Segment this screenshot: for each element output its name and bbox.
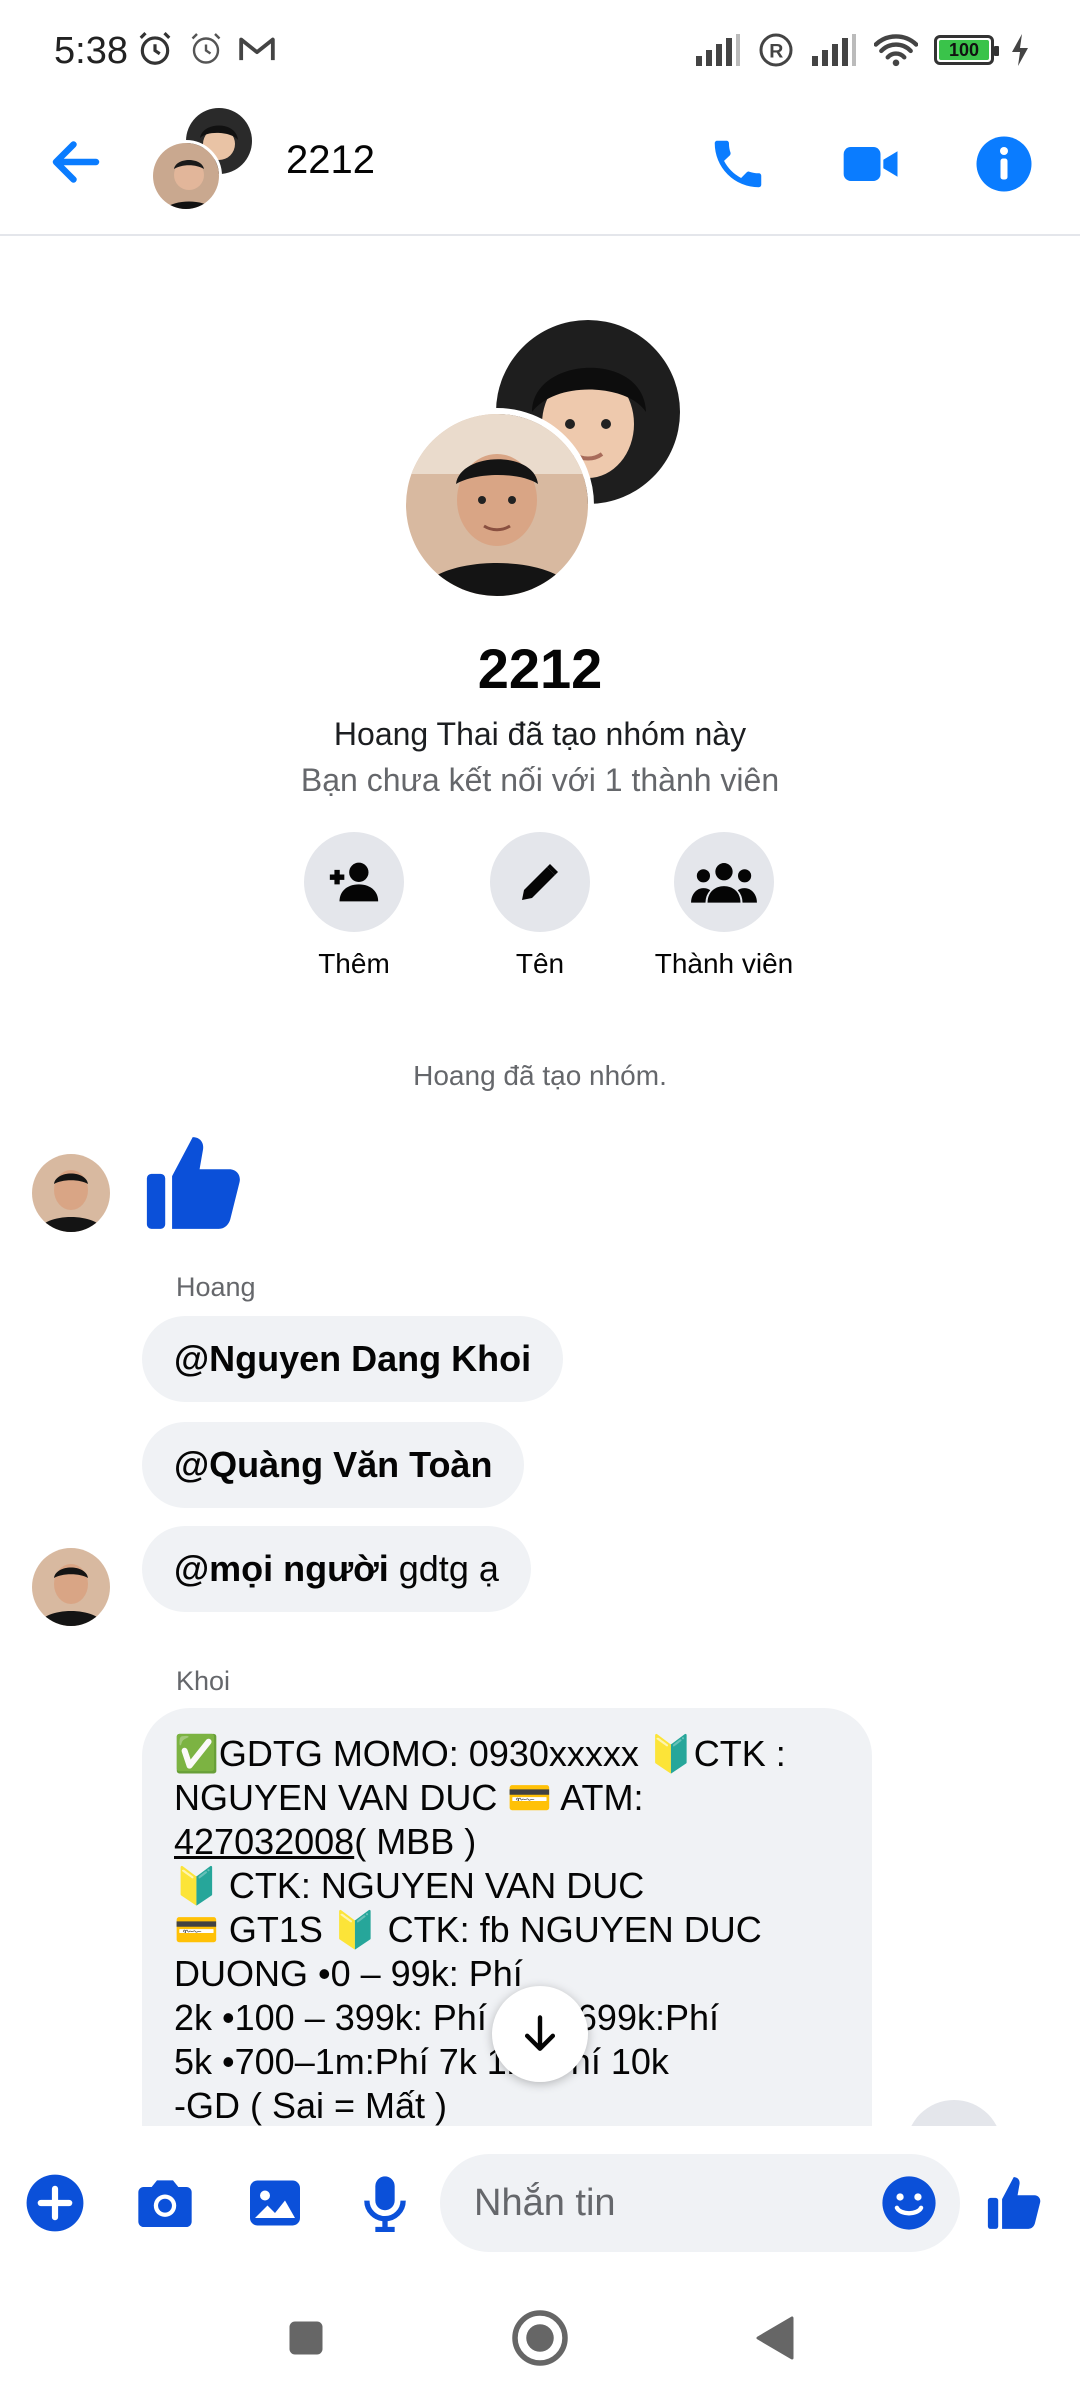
info-icon xyxy=(976,136,1032,192)
avatar xyxy=(400,408,594,602)
add-member-circle xyxy=(304,832,404,932)
sender-name: Hoang xyxy=(176,1272,256,1302)
battery-indicator: 100 xyxy=(934,35,999,65)
mention[interactable]: @Nguyen Dang Khoi xyxy=(174,1338,531,1379)
message-line: -GD ( Sai = Mất ) xyxy=(174,2085,448,2126)
wifi-icon xyxy=(874,34,918,67)
group-profile-avatar[interactable] xyxy=(400,320,690,602)
plus-circle-icon xyxy=(26,2174,84,2232)
connection-status-text: Bạn chưa kết nối với 1 thành viên xyxy=(300,762,780,798)
signal-icon xyxy=(812,34,856,66)
message-text: gdtg ạ xyxy=(388,1548,499,1589)
group-created-text: Hoang Thai đã tạo nhóm này xyxy=(333,716,747,752)
group-name: 2212 xyxy=(477,637,603,700)
mention[interactable]: @Quàng Văn Toàn xyxy=(174,1444,492,1485)
message-line: NGUYEN VAN DUC 💳 ATM: xyxy=(174,1777,644,1818)
message-line: 427032008( MBB ) xyxy=(174,1820,840,1864)
chat-header: 2212 xyxy=(0,100,1080,236)
recent-apps-button[interactable] xyxy=(274,2306,338,2370)
thumbs-up-icon xyxy=(987,2177,1041,2229)
status-right-icons: R 100 xyxy=(694,32,1030,68)
message-line: DUONG •0 – 99k: Phí xyxy=(174,1953,523,1994)
image-icon xyxy=(250,2180,300,2226)
add-member-button[interactable]: Thêm xyxy=(254,832,454,980)
add-person-icon xyxy=(329,862,379,902)
system-message: Hoang đã tạo nhóm. xyxy=(413,1060,667,1091)
message-bubble[interactable]: @Quàng Văn Toàn xyxy=(142,1422,525,1508)
home-button[interactable] xyxy=(508,2306,572,2370)
scroll-to-bottom-button[interactable] xyxy=(492,1986,588,2082)
voice-record-button[interactable] xyxy=(350,2168,420,2238)
status-time: 5:38 xyxy=(54,30,128,72)
back-nav-button[interactable] xyxy=(742,2306,806,2370)
add-member-label: Thêm xyxy=(318,948,390,979)
camera-button[interactable] xyxy=(130,2168,200,2238)
message-line: ✅GDTG MOMO: 0930xxxxx 🔰CTK : xyxy=(174,1733,786,1774)
video-call-button[interactable] xyxy=(836,128,908,200)
avatar[interactable] xyxy=(32,1548,110,1626)
sender-name: Khoi xyxy=(176,1666,231,1696)
square-icon xyxy=(289,2321,323,2355)
mention[interactable]: @mọi người xyxy=(174,1548,389,1589)
camera-icon xyxy=(138,2180,192,2227)
microphone-icon xyxy=(364,2176,406,2232)
chat-title[interactable]: 2212 xyxy=(286,138,375,183)
emoji-button[interactable] xyxy=(880,2174,938,2232)
rename-button[interactable]: Tên xyxy=(440,832,640,980)
members-circle xyxy=(674,832,774,932)
gallery-button[interactable] xyxy=(240,2168,310,2238)
charging-icon xyxy=(1012,34,1028,66)
emoji-icon xyxy=(882,2176,936,2230)
signal-icon xyxy=(696,34,740,66)
phone-icon xyxy=(714,140,762,188)
message-composer xyxy=(0,2126,1080,2276)
info-button[interactable] xyxy=(968,128,1040,200)
video-camera-icon xyxy=(843,147,898,181)
message-bubble[interactable]: @Nguyen Dang Khoi xyxy=(142,1316,564,1402)
rename-label: Tên xyxy=(515,948,565,979)
triangle-back-icon xyxy=(756,2316,794,2360)
roaming-icon: R xyxy=(759,33,793,67)
avatar[interactable] xyxy=(32,1154,110,1232)
back-button[interactable] xyxy=(46,132,106,192)
avatar xyxy=(150,140,222,212)
members-button[interactable]: Thành viên xyxy=(624,832,824,980)
rename-circle xyxy=(490,832,590,932)
alarm-icon xyxy=(191,33,221,64)
thumbs-up-icon xyxy=(146,1137,240,1229)
gmail-icon xyxy=(239,37,275,61)
members-label: Thành viên xyxy=(654,948,794,979)
message-line: 🔰 CTK: NGUYEN VAN DUC xyxy=(174,1865,645,1906)
arrow-left-icon xyxy=(52,141,100,183)
home-circle-icon xyxy=(512,2310,568,2366)
more-actions-button[interactable] xyxy=(20,2168,90,2238)
thumbs-up-message[interactable] xyxy=(140,1128,250,1238)
send-like-button[interactable] xyxy=(980,2168,1050,2238)
message-line: 💳 GT1S 🔰 CTK: fb NGUYEN DUC xyxy=(174,1909,762,1950)
account-number-link[interactable]: 427032008 xyxy=(174,1821,354,1862)
status-left-icons xyxy=(136,30,276,68)
system-navigation-bar xyxy=(0,2276,1080,2400)
message-text: ( MBB ) xyxy=(354,1821,477,1862)
message-bubble[interactable]: @mọi người gdtg ạ xyxy=(142,1526,531,1612)
group-icon xyxy=(691,863,757,903)
alarm-icon xyxy=(139,32,171,65)
pencil-icon xyxy=(522,864,558,900)
status-bar: 5:38 R 100 xyxy=(0,0,1080,100)
group-avatar[interactable] xyxy=(150,108,260,218)
voice-call-button[interactable] xyxy=(702,128,774,200)
arrow-down-icon xyxy=(524,2015,556,2051)
svg-text:R: R xyxy=(769,41,783,63)
